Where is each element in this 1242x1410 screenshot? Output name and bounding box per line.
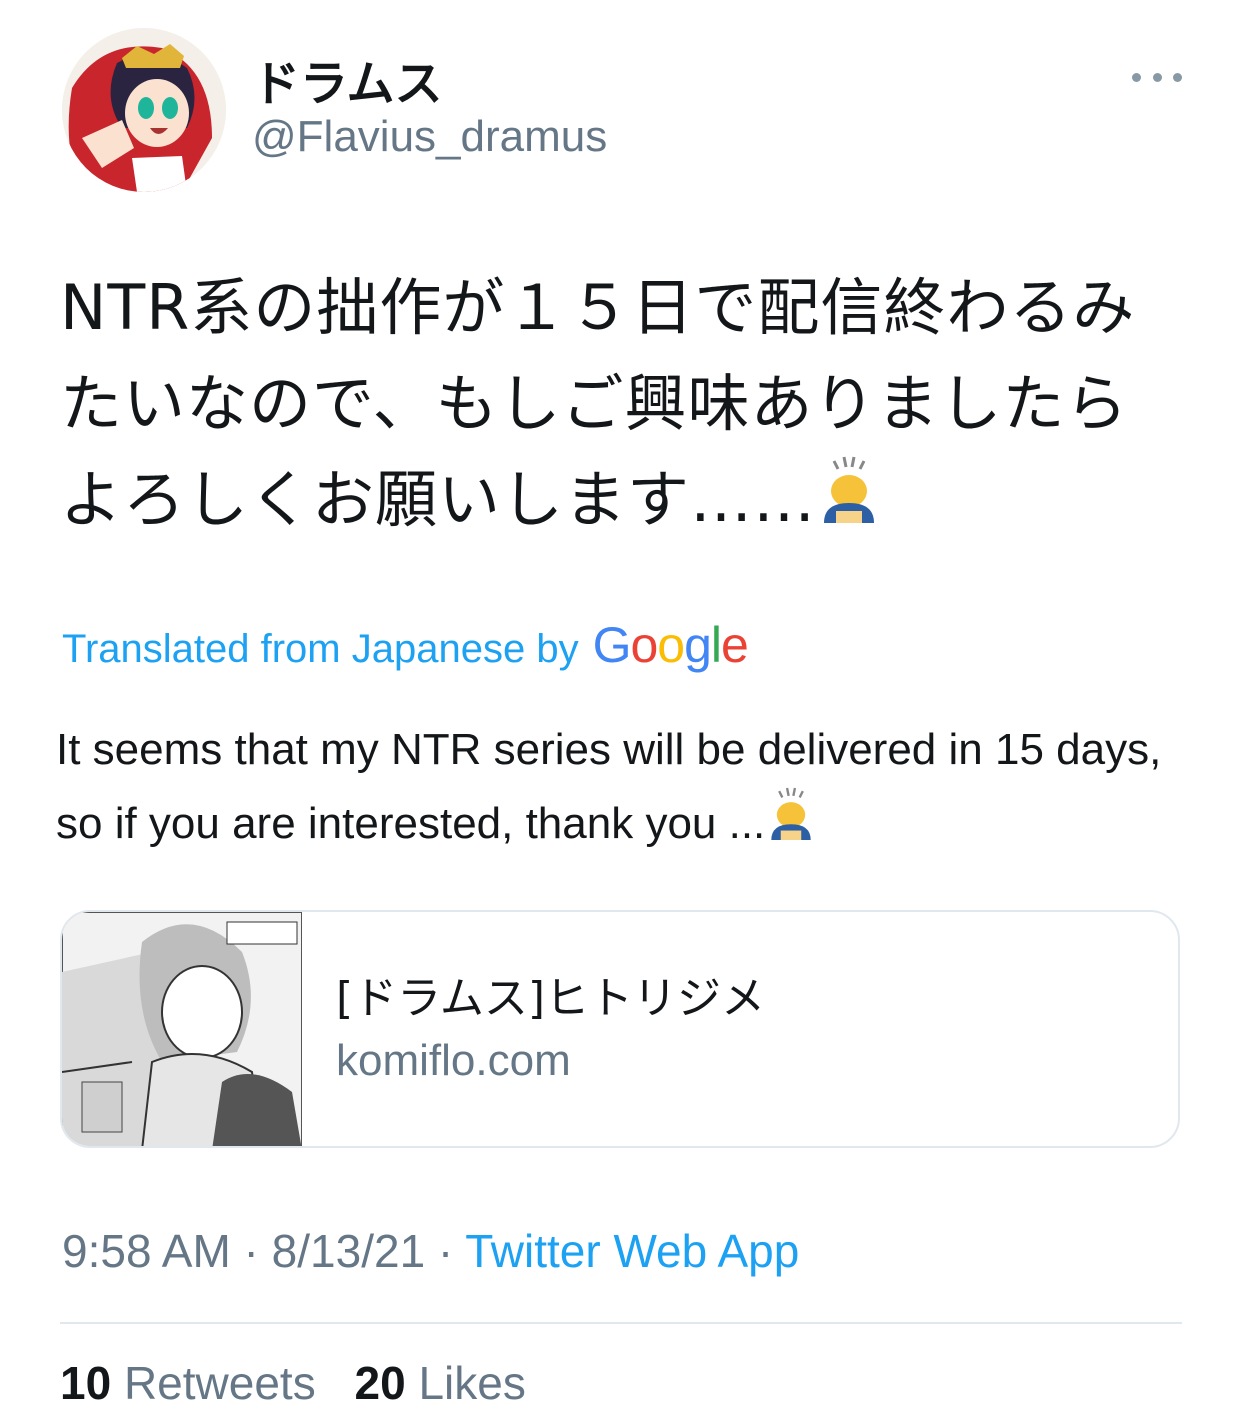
display-name[interactable]: ドラムス <box>252 44 443 114</box>
card-domain: komiflo.com <box>336 1036 571 1085</box>
tweet-text-body: NTR系の拙作が１５日で配信終わるみたいなので、もしご興味ありましたらよろしくお… <box>60 271 1136 536</box>
link-card[interactable]: [ドラムス]ヒトリジメ komiflo.com <box>60 910 1180 1148</box>
meta-separator: · <box>425 1225 466 1277</box>
meta-separator: · <box>230 1225 272 1277</box>
likes-label: Likes <box>418 1357 526 1409</box>
avatar-image <box>62 28 226 192</box>
translated-text-body: It seems that my NTR series will be deli… <box>56 725 1162 848</box>
likes-count: 20 <box>354 1357 406 1409</box>
more-dots-icon <box>1132 72 1141 82</box>
tweet-stats: 10 Retweets 20 Likes <box>60 1356 552 1410</box>
tweet-meta: 9:58 AM · 8/13/21 · Twitter Web App <box>62 1224 799 1278</box>
more-dots-icon <box>1173 72 1182 82</box>
tweet-text: NTR系の拙作が１５日で配信終わるみたいなので、もしご興味ありましたらよろしくお… <box>60 260 1180 552</box>
retweets-label: Retweets <box>123 1357 316 1409</box>
tweet-source[interactable]: Twitter Web App <box>465 1225 799 1277</box>
card-title: [ドラムス]ヒトリジメ <box>336 973 766 1024</box>
translation-attribution[interactable]: Translated from Japanese by Google <box>62 616 749 674</box>
retweets-stat[interactable]: 10 Retweets <box>60 1357 316 1409</box>
translation-label: Translated from Japanese by <box>62 627 579 671</box>
tweet-time[interactable]: 9:58 AM <box>62 1225 231 1277</box>
translated-text: It seems that my NTR series will be deli… <box>56 714 1186 864</box>
more-options-button[interactable] <box>1132 62 1182 92</box>
retweets-count: 10 <box>60 1357 112 1409</box>
more-dots-icon <box>1152 72 1162 82</box>
google-logo: Google <box>592 617 749 673</box>
tweet-date[interactable]: 8/13/21 <box>272 1225 425 1277</box>
user-handle[interactable]: @Flavius_dramus <box>252 112 607 162</box>
card-thumbnail <box>62 912 302 1146</box>
divider <box>60 1322 1182 1324</box>
person-bowing-emoji <box>816 455 882 552</box>
avatar[interactable] <box>62 28 226 192</box>
likes-stat[interactable]: 20 Likes <box>354 1357 525 1409</box>
person-bowing-emoji <box>765 786 817 864</box>
